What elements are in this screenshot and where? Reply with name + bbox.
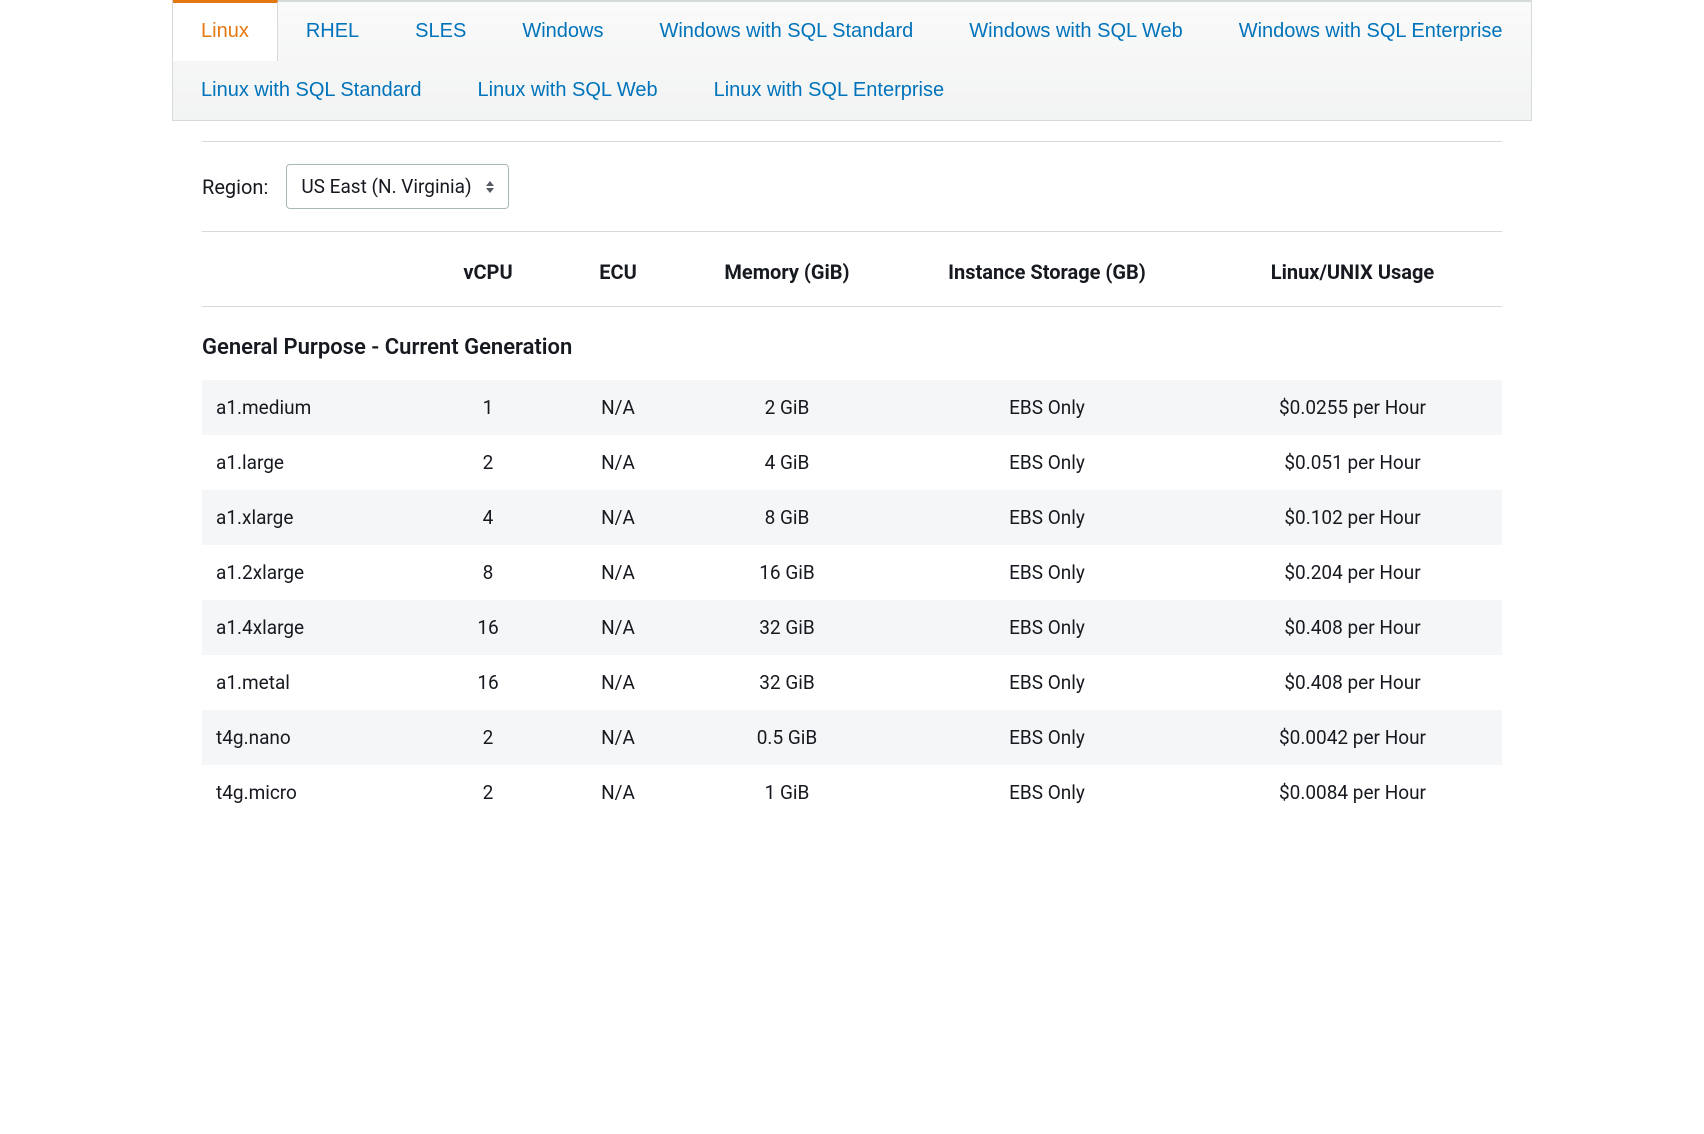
col-header-name [202,242,423,307]
tab-sles[interactable]: SLES [387,2,494,61]
pricing-table: vCPU ECU Memory (GiB) Instance Storage (… [202,242,1502,820]
cell-ecu: N/A [553,435,683,490]
cell-memory: 1 GiB [683,765,891,820]
content-area: Region: US East (N. Virginia) vCPU ECU M… [172,121,1532,820]
cell-instance-name: a1.2xlarge [202,545,423,600]
table-row: a1.4xlarge16N/A32 GiBEBS Only$0.408 per … [202,600,1502,655]
tab-windows-sql-web[interactable]: Windows with SQL Web [941,2,1210,61]
tab-windows[interactable]: Windows [494,2,631,61]
cell-usage: $0.0084 per Hour [1203,765,1502,820]
tab-linux[interactable]: Linux [173,0,278,61]
cell-vcpu: 8 [423,545,553,600]
region-select[interactable]: US East (N. Virginia) [286,164,508,209]
cell-vcpu: 16 [423,655,553,710]
cell-instance-name: a1.4xlarge [202,600,423,655]
cell-ecu: N/A [553,380,683,435]
region-label: Region: [202,175,268,199]
cell-usage: $0.408 per Hour [1203,600,1502,655]
col-header-usage: Linux/UNIX Usage [1203,242,1502,307]
cell-memory: 0.5 GiB [683,710,891,765]
col-header-ecu: ECU [553,242,683,307]
cell-instance-name: a1.metal [202,655,423,710]
cell-instance-name: a1.large [202,435,423,490]
cell-vcpu: 4 [423,490,553,545]
table-row: a1.large2N/A4 GiBEBS Only$0.051 per Hour [202,435,1502,490]
cell-usage: $0.051 per Hour [1203,435,1502,490]
cell-memory: 2 GiB [683,380,891,435]
cell-storage: EBS Only [891,600,1203,655]
cell-memory: 16 GiB [683,545,891,600]
cell-storage: EBS Only [891,435,1203,490]
tab-linux-sql-web[interactable]: Linux with SQL Web [450,61,686,120]
cell-memory: 32 GiB [683,655,891,710]
tab-rhel[interactable]: RHEL [278,2,387,61]
col-header-vcpu: vCPU [423,242,553,307]
col-header-memory: Memory (GiB) [683,242,891,307]
cell-vcpu: 2 [423,765,553,820]
table-row: a1.medium1N/A2 GiBEBS Only$0.0255 per Ho… [202,380,1502,435]
cell-storage: EBS Only [891,545,1203,600]
select-caret-icon [486,181,494,193]
tab-windows-sql-standard[interactable]: Windows with SQL Standard [631,2,941,61]
cell-ecu: N/A [553,600,683,655]
cell-instance-name: a1.xlarge [202,490,423,545]
cell-storage: EBS Only [891,765,1203,820]
table-row: a1.metal16N/A32 GiBEBS Only$0.408 per Ho… [202,655,1502,710]
table-header-row: vCPU ECU Memory (GiB) Instance Storage (… [202,242,1502,307]
cell-usage: $0.0042 per Hour [1203,710,1502,765]
table-row: a1.xlarge4N/A8 GiBEBS Only$0.102 per Hou… [202,490,1502,545]
cell-usage: $0.0255 per Hour [1203,380,1502,435]
cell-ecu: N/A [553,710,683,765]
cell-instance-name: t4g.nano [202,710,423,765]
cell-instance-name: t4g.micro [202,765,423,820]
cell-usage: $0.204 per Hour [1203,545,1502,600]
tab-linux-sql-standard[interactable]: Linux with SQL Standard [173,61,450,120]
tab-linux-sql-enterprise[interactable]: Linux with SQL Enterprise [686,61,972,120]
cell-storage: EBS Only [891,710,1203,765]
cell-vcpu: 16 [423,600,553,655]
cell-ecu: N/A [553,545,683,600]
cell-memory: 32 GiB [683,600,891,655]
cell-storage: EBS Only [891,380,1203,435]
region-select-value: US East (N. Virginia) [301,175,471,198]
cell-usage: $0.102 per Hour [1203,490,1502,545]
cell-storage: EBS Only [891,655,1203,710]
cell-ecu: N/A [553,490,683,545]
table-row: t4g.micro2N/A1 GiBEBS Only$0.0084 per Ho… [202,765,1502,820]
cell-ecu: N/A [553,765,683,820]
col-header-storage: Instance Storage (GB) [891,242,1203,307]
cell-instance-name: a1.medium [202,380,423,435]
cell-vcpu: 2 [423,435,553,490]
table-row: t4g.nano2N/A0.5 GiBEBS Only$0.0042 per H… [202,710,1502,765]
section-title: General Purpose - Current Generation [202,307,1502,381]
cell-ecu: N/A [553,655,683,710]
cell-vcpu: 2 [423,710,553,765]
cell-storage: EBS Only [891,490,1203,545]
region-row: Region: US East (N. Virginia) [202,141,1502,232]
cell-usage: $0.408 per Hour [1203,655,1502,710]
section-header-row: General Purpose - Current Generation [202,307,1502,381]
os-tabs: Linux RHEL SLES Windows Windows with SQL… [172,0,1532,121]
table-row: a1.2xlarge8N/A16 GiBEBS Only$0.204 per H… [202,545,1502,600]
tab-windows-sql-enterprise[interactable]: Windows with SQL Enterprise [1211,2,1531,61]
cell-memory: 8 GiB [683,490,891,545]
cell-memory: 4 GiB [683,435,891,490]
pricing-panel: Linux RHEL SLES Windows Windows with SQL… [172,0,1532,820]
cell-vcpu: 1 [423,380,553,435]
